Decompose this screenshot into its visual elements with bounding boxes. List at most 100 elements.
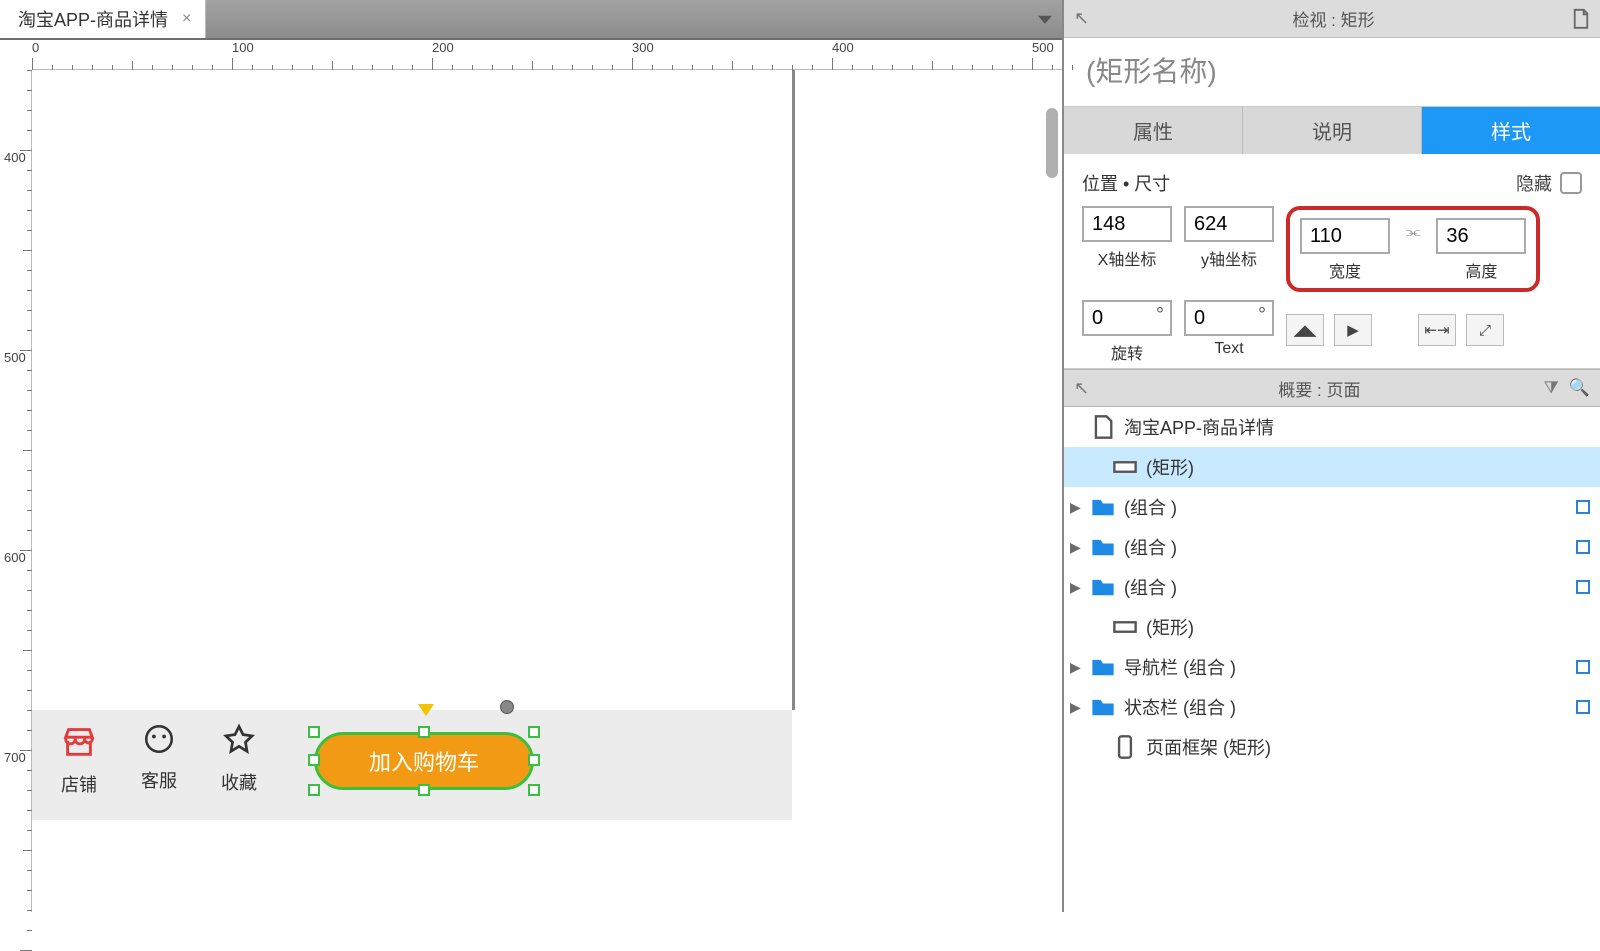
folder-icon — [1090, 534, 1116, 560]
outline-row[interactable]: 页面框架 (矩形) — [1064, 727, 1600, 767]
outline-row[interactable]: (矩形) — [1064, 607, 1600, 647]
expand-caret[interactable]: ▶ — [1070, 579, 1086, 596]
undock-icon[interactable]: ↖ — [1074, 8, 1089, 29]
selection-handle-s[interactable] — [418, 784, 430, 796]
artboard-right-edge — [792, 70, 795, 710]
filter-icon[interactable]: ⧩ — [1544, 378, 1559, 398]
undock-outline-icon[interactable]: ↖ — [1074, 378, 1089, 399]
text-rotation-input[interactable] — [1184, 300, 1274, 336]
master-indicator — [1576, 700, 1590, 714]
outline-label: (矩形) — [1146, 454, 1590, 480]
expand-caret[interactable]: ▶ — [1070, 539, 1086, 556]
inspector-tabs: 属性 说明 样式 — [1064, 106, 1600, 154]
hidden-label: 隐藏 — [1516, 170, 1552, 196]
selection-handle-n[interactable] — [418, 726, 430, 738]
fit-width-button[interactable]: ⇤⇥ — [1418, 314, 1456, 346]
selection-handle-e[interactable] — [528, 754, 540, 766]
outline-row[interactable]: 淘宝APP-商品详情 — [1064, 407, 1600, 447]
document-tab[interactable]: 淘宝APP-商品详情 × — [0, 0, 206, 38]
inspector-header: ↖ 检视 : 矩形 — [1064, 0, 1600, 38]
aspect-lock-icon[interactable]: ⫘ — [1406, 224, 1420, 242]
mock-fav-button[interactable]: 收藏 — [202, 722, 276, 795]
phone-icon — [1112, 734, 1138, 760]
inspector-title: 检视 : 矩形 — [1095, 6, 1572, 31]
tab-notes[interactable]: 说明 — [1243, 107, 1422, 154]
star-icon — [221, 742, 257, 762]
outline-row[interactable]: ▶状态栏 (组合 ) — [1064, 687, 1600, 727]
master-indicator — [1576, 660, 1590, 674]
checkbox-box[interactable] — [1560, 172, 1582, 194]
ruler-h-ticks — [32, 58, 1062, 70]
rect-icon — [1112, 614, 1138, 640]
document-tab-title: 淘宝APP-商品详情 — [18, 6, 168, 32]
rotation-input[interactable] — [1082, 300, 1172, 336]
rect-icon — [1112, 454, 1138, 480]
outline-tree[interactable]: 淘宝APP-商品详情(矩形)▶(组合 )▶(组合 )▶(组合 )(矩形)▶导航栏… — [1064, 407, 1600, 912]
inspector-panel: ↖ 检视 : 矩形 (矩形名称) 属性 说明 样式 位置 • 尺寸 隐藏 X轴坐… — [1062, 0, 1600, 912]
hidden-checkbox[interactable]: 隐藏 — [1516, 170, 1582, 196]
mock-service-label: 客服 — [122, 767, 196, 793]
ruler-v-ticks — [20, 70, 32, 912]
mock-bottom-bar: 店铺 客服 收藏 加入购物车 — [32, 710, 792, 820]
outline-row[interactable]: ▶ (组合 ) — [1064, 527, 1600, 567]
selection-handle-w[interactable] — [308, 754, 320, 766]
width-label: 宽度 — [1329, 258, 1361, 282]
folder-icon — [1090, 654, 1116, 680]
y-label: y轴坐标 — [1201, 246, 1257, 270]
design-canvas[interactable]: 店铺 客服 收藏 加入购物车 — [32, 70, 1062, 912]
selection-anchor-dot[interactable] — [500, 700, 514, 714]
mock-store-button[interactable]: 店铺 — [42, 722, 116, 797]
outline-label: (矩形) — [1146, 614, 1590, 640]
expand-caret[interactable]: ▶ — [1070, 699, 1086, 716]
folder-icon — [1090, 574, 1116, 600]
master-indicator — [1576, 540, 1590, 554]
width-input[interactable] — [1300, 218, 1390, 254]
mock-fav-label: 收藏 — [202, 769, 276, 795]
outline-label: 导航栏 (组合 ) — [1124, 654, 1576, 680]
canvas-scrollbar-thumb[interactable] — [1046, 108, 1058, 178]
fit-height-button[interactable]: ⤢ — [1466, 314, 1504, 346]
folder-icon — [1090, 694, 1116, 720]
master-indicator — [1576, 500, 1590, 514]
x-input[interactable] — [1082, 206, 1172, 242]
shape-name-placeholder[interactable]: (矩形名称) — [1086, 56, 1217, 87]
add-to-cart-button[interactable]: 加入购物车 — [314, 732, 534, 790]
document-tabbar: 淘宝APP-商品详情 × — [0, 0, 1062, 40]
notes-icon[interactable] — [1572, 8, 1590, 30]
outline-label: (组合 ) — [1124, 494, 1576, 520]
outline-row[interactable]: ▶(组合 ) — [1064, 567, 1600, 607]
canvas-area: 淘宝APP-商品详情 × 0100200300400500 4005006007… — [0, 0, 1062, 912]
selection-handle-ne[interactable] — [528, 726, 540, 738]
outline-title: 概要 : 页面 — [1095, 376, 1544, 401]
mock-service-button[interactable]: 客服 — [122, 722, 196, 793]
add-to-cart-label: 加入购物车 — [369, 745, 479, 777]
selection-rotation-indicator[interactable] — [418, 704, 434, 716]
outline-row[interactable]: ▶ 导航栏 (组合 ) — [1064, 647, 1600, 687]
outline-header: ↖ 概要 : 页面 ⧩ 🔍 — [1064, 369, 1600, 407]
expand-caret[interactable]: ▶ — [1070, 499, 1086, 516]
expand-caret[interactable]: ▶ — [1070, 659, 1086, 676]
outline-row[interactable]: ▶ (组合 ) — [1064, 487, 1600, 527]
tabbar-dropdown[interactable] — [206, 0, 1062, 38]
selection-handle-nw[interactable] — [308, 726, 320, 738]
y-input[interactable] — [1184, 206, 1274, 242]
outline-label: (组合 ) — [1124, 534, 1576, 560]
close-icon[interactable]: × — [182, 10, 191, 28]
selection-handle-se[interactable] — [528, 784, 540, 796]
outline-label: 淘宝APP-商品详情 — [1124, 414, 1590, 440]
store-icon — [60, 744, 98, 764]
page-icon — [1090, 414, 1116, 440]
selection-handle-sw[interactable] — [308, 784, 320, 796]
flip-horizontal-button[interactable]: ◢◣ — [1286, 314, 1324, 346]
tab-style[interactable]: 样式 — [1422, 107, 1600, 154]
search-icon[interactable]: 🔍 — [1569, 378, 1590, 398]
height-input[interactable] — [1436, 218, 1526, 254]
flip-vertical-button[interactable]: ▶ — [1334, 314, 1372, 346]
rotation-label: 旋转 — [1111, 340, 1143, 364]
outline-row[interactable]: (矩形) — [1064, 447, 1600, 487]
x-label: X轴坐标 — [1098, 246, 1157, 270]
style-position-size-section: 位置 • 尺寸 隐藏 X轴坐标 y轴坐标 宽度 ⫘ — [1064, 154, 1600, 369]
tab-properties[interactable]: 属性 — [1064, 107, 1243, 154]
section-title-position-size: 位置 • 尺寸 — [1082, 170, 1170, 196]
folder-icon — [1090, 494, 1116, 520]
